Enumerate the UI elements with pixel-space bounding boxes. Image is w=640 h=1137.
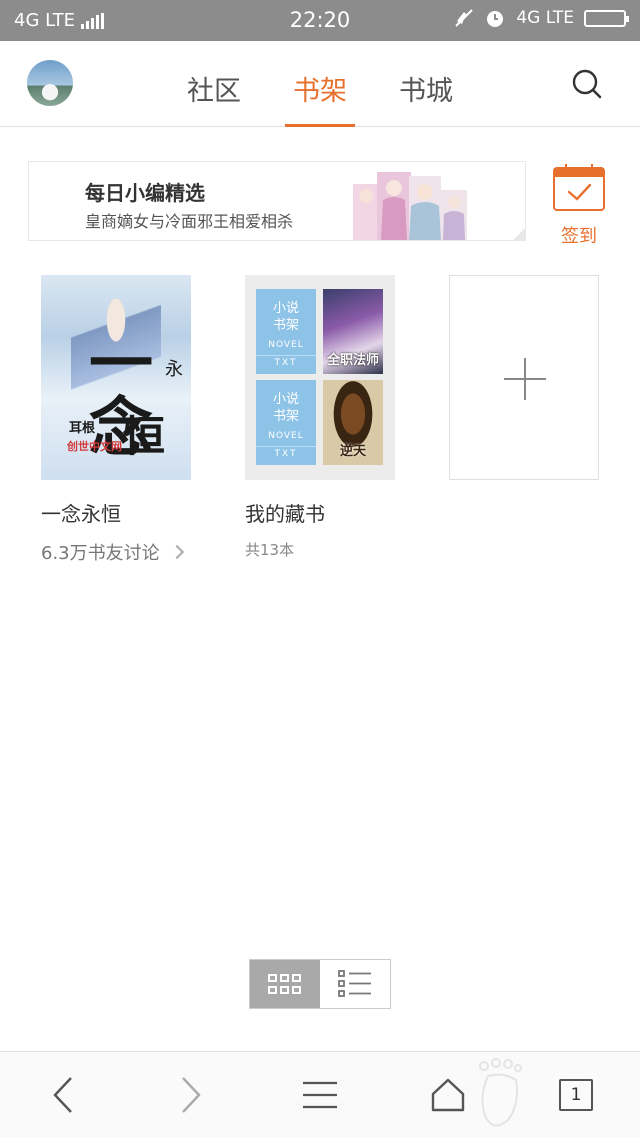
tab-bookstore[interactable]: 书城	[399, 41, 453, 127]
back-icon	[53, 1077, 72, 1113]
folder-thumb-cover: 逆天	[323, 380, 383, 465]
add-book-tile[interactable]	[449, 275, 599, 480]
plus-icon	[504, 358, 546, 400]
banner-subtitle: 皇商嫡女与冷面邪王相爱相杀	[85, 212, 294, 231]
tabs-icon: 1	[559, 1079, 593, 1111]
folder-thumb-txt: 小说 书架 NOVEL TXT	[256, 380, 316, 465]
checkin-button[interactable]: 签到	[552, 164, 606, 247]
cover-publisher: 创世中文网	[67, 440, 122, 453]
calendar-check-icon	[553, 164, 605, 211]
banner-illustration	[353, 172, 467, 240]
shelf-book[interactable]: 一念 永 恒 耳根 创世中文网 一念永恒 6.3万书友讨论	[41, 275, 191, 565]
main-tabs: 社区 书架 书城	[0, 41, 640, 127]
mute-icon	[455, 9, 474, 27]
back-button[interactable]	[40, 1072, 86, 1118]
banner-title: 每日小编精选	[85, 181, 205, 205]
grid-view-button[interactable]	[250, 960, 320, 1008]
checkin-label: 签到	[561, 226, 597, 247]
folder-thumb-cover: 全职法师	[323, 289, 383, 374]
alarm-icon	[487, 11, 504, 27]
book-title[interactable]: 一念永恒	[41, 498, 191, 527]
cover-calligraphy-sub: 恒	[123, 412, 166, 461]
cover-author: 耳根	[69, 421, 96, 436]
tab-bookshelf[interactable]: 书架	[285, 41, 355, 127]
view-toggle	[249, 959, 391, 1009]
book-cover[interactable]: 一念 永 恒 耳根 创世中文网	[41, 275, 191, 480]
top-header: 社区 书架 书城	[0, 41, 640, 127]
search-icon[interactable]	[572, 69, 602, 99]
banner-corner	[512, 227, 525, 240]
book-discussion-link[interactable]: 6.3万书友讨论	[41, 539, 191, 565]
add-book-button[interactable]	[449, 275, 599, 480]
folder-cover[interactable]: 小说 书架 NOVEL TXT 全职法师 小说 书架 NOVEL TXT 逆天	[245, 275, 395, 480]
folder-title[interactable]: 我的藏书	[245, 498, 395, 527]
home-button[interactable]	[425, 1072, 471, 1118]
cover-calligraphy-side: 永	[162, 359, 183, 377]
folder-thumb-txt: 小说 书架 NOVEL TXT	[256, 289, 316, 374]
bottom-nav: 1	[0, 1051, 640, 1137]
daily-pick-banner[interactable]: 每日小编精选 皇商嫡女与冷面邪王相爱相杀	[28, 161, 526, 241]
folder-count: 共13本	[245, 541, 295, 559]
list-view-button[interactable]	[320, 960, 390, 1008]
shelf-folder[interactable]: 小说 书架 NOVEL TXT 全职法师 小说 书架 NOVEL TXT 逆天 我的…	[245, 275, 395, 560]
forward-button[interactable]	[168, 1072, 214, 1118]
chevron-right-icon	[169, 544, 184, 560]
status-right: 4G LTE	[454, 7, 629, 29]
home-icon	[431, 1078, 465, 1112]
footprint-watermark-icon	[479, 1058, 522, 1127]
menu-icon	[303, 1081, 337, 1109]
forward-icon	[182, 1077, 201, 1113]
network-label-right: 4G LTE	[516, 8, 574, 28]
grid-view-icon	[268, 974, 301, 994]
menu-button[interactable]	[297, 1072, 343, 1118]
tabs-button[interactable]: 1	[553, 1072, 599, 1118]
battery-icon	[584, 9, 629, 27]
tab-community[interactable]: 社区	[187, 41, 241, 127]
status-bar: 4G LTE 22:20 4G LTE	[0, 0, 640, 41]
list-view-icon	[338, 970, 371, 997]
book-discussion-count: 6.3万书友讨论	[41, 543, 160, 564]
